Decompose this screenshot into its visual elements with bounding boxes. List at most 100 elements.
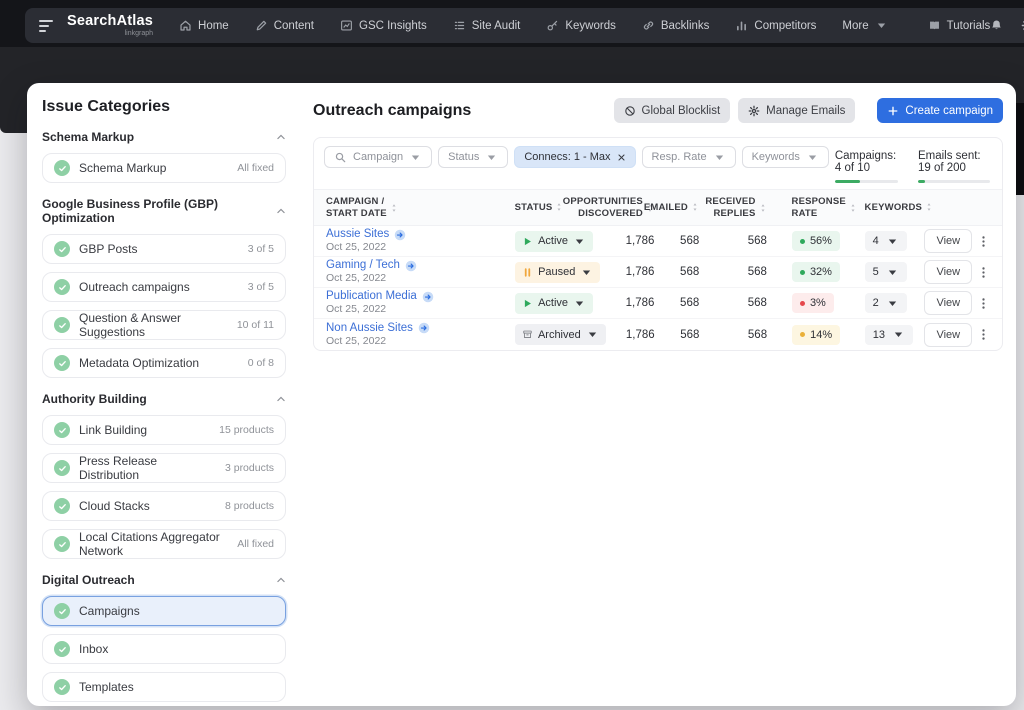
view-button[interactable]: View xyxy=(924,229,972,253)
keywords-select[interactable]: 13 xyxy=(865,325,913,345)
stat-label: Emails sent: 19 of 200 xyxy=(918,150,990,174)
kebab-menu-icon[interactable] xyxy=(977,297,990,310)
column-header-response-rate[interactable]: RESPONSERATE xyxy=(773,196,857,219)
response-rate-cell: 14% xyxy=(773,325,857,345)
nav-item-keywords[interactable]: Keywords xyxy=(546,19,616,32)
chevron-down-icon xyxy=(409,151,422,164)
response-rate-badge: 14% xyxy=(792,325,840,345)
bell-icon[interactable] xyxy=(990,19,1003,32)
nav-item-backlinks[interactable]: Backlinks xyxy=(642,19,710,32)
nav-item-content[interactable]: Content xyxy=(255,19,314,32)
chevron-down-icon xyxy=(886,266,899,279)
keywords-select[interactable]: 2 xyxy=(865,293,907,313)
navbar-right: MB xyxy=(990,13,1024,38)
chevron-down-icon xyxy=(875,19,888,32)
nav-item-tutorials[interactable]: Tutorials xyxy=(928,19,991,32)
nav-item-gsc-insights[interactable]: GSC Insights xyxy=(340,19,427,32)
filter-status[interactable]: Status xyxy=(438,146,508,168)
status-select[interactable]: Archived xyxy=(515,324,606,345)
sidebar-section-items: Schema Markup All fixed xyxy=(42,153,286,183)
table-header-row: CAMPAIGN /START DATE STATUS OPPORTUNITIE… xyxy=(314,189,1002,226)
stat-emails-sent: Emails sent: 19 of 200 xyxy=(918,150,990,183)
global-blocklist-button[interactable]: Global Blocklist xyxy=(614,98,731,123)
sidebar-section-header[interactable]: Google Business Profile (GBP) Optimizati… xyxy=(42,197,286,225)
campaign-link[interactable]: Aussie Sites xyxy=(326,228,389,241)
response-rate-badge: 56% xyxy=(792,231,840,251)
view-button[interactable]: View xyxy=(924,260,972,284)
nav-item-competitors[interactable]: Competitors xyxy=(735,19,816,32)
table-row-aussie-sites: Aussie Sites Oct 25, 2022 Active 1,786 5… xyxy=(314,226,1002,257)
kebab-menu-icon[interactable] xyxy=(977,266,990,279)
nav-items: Home Content GSC Insights Site Audit Keyword… xyxy=(179,19,888,32)
keywords-select[interactable]: 5 xyxy=(865,262,907,282)
filter-connecs-1-max[interactable]: Connecs: 1 - Max xyxy=(514,146,635,168)
nav-item-label: Competitors xyxy=(754,20,816,32)
campaign-link[interactable]: Gaming / Tech xyxy=(326,259,400,272)
column-header-campaign-start-date[interactable]: CAMPAIGN /START DATE xyxy=(326,196,515,219)
open-campaign-icon[interactable] xyxy=(418,322,430,334)
sidebar-section-header[interactable]: Digital Outreach xyxy=(42,573,286,587)
open-campaign-icon[interactable] xyxy=(405,260,417,272)
status-label: Active xyxy=(538,297,568,309)
column-header-label: RECEIVEDREPLIES xyxy=(705,196,755,219)
sidebar-item-gbp-posts[interactable]: GBP Posts 3 of 5 xyxy=(42,234,286,264)
response-rate-cell: 3% xyxy=(773,293,857,313)
sidebar-item-inbox[interactable]: Inbox xyxy=(42,634,286,664)
keywords-cell: 2 xyxy=(857,293,923,313)
sidebar-item-campaigns[interactable]: Campaigns xyxy=(42,596,286,626)
sidebar-item-schema-markup[interactable]: Schema Markup All fixed xyxy=(42,153,286,183)
kebab-menu-icon[interactable] xyxy=(977,328,990,341)
filter-campaign[interactable]: Campaign xyxy=(324,146,432,168)
nav-item-site-audit[interactable]: Site Audit xyxy=(453,19,521,32)
sidebar-item-metadata-optimization[interactable]: Metadata Optimization 0 of 8 xyxy=(42,348,286,378)
manage-emails-button[interactable]: Manage Emails xyxy=(738,98,855,123)
campaign-link[interactable]: Non Aussie Sites xyxy=(326,322,413,335)
response-rate-badge: 3% xyxy=(792,293,834,313)
menu-icon[interactable] xyxy=(39,20,53,32)
status-select[interactable]: Active xyxy=(515,231,593,252)
sidebar-section-label: Schema Markup xyxy=(42,130,134,144)
nav-item-home[interactable]: Home xyxy=(179,19,229,32)
rate-dot-icon xyxy=(800,270,805,275)
check-circle-icon xyxy=(54,498,70,514)
view-button[interactable]: View xyxy=(924,323,972,347)
logo[interactable]: SearchAtlas linkgraph xyxy=(67,14,153,38)
rate-dot-icon xyxy=(800,239,805,244)
chevron-down-icon xyxy=(586,328,599,341)
nav-item-more[interactable]: More xyxy=(842,19,887,32)
row-menu-cell xyxy=(972,328,994,341)
nav-item-label: Tutorials xyxy=(947,20,991,32)
sidebar-item-label: Templates xyxy=(79,680,134,694)
sidebar-item-local-citations-aggregator-network[interactable]: Local Citations Aggregator Network All f… xyxy=(42,529,286,559)
response-rate-badge: 32% xyxy=(792,262,840,282)
column-header-received-replies[interactable]: RECEIVEDREPLIES xyxy=(705,196,773,219)
page-scrollbar-thumb[interactable] xyxy=(1016,103,1024,195)
sidebar-item-cloud-stacks[interactable]: Cloud Stacks 8 products xyxy=(42,491,286,521)
search-icon xyxy=(334,151,347,164)
open-campaign-icon[interactable] xyxy=(422,291,434,303)
sidebar-item-link-building[interactable]: Link Building 15 products xyxy=(42,415,286,445)
filter-resp-rate[interactable]: Resp. Rate xyxy=(642,146,736,168)
view-button[interactable]: View xyxy=(924,291,972,315)
sidebar-section-header[interactable]: Authority Building xyxy=(42,392,286,406)
create-campaign-button[interactable]: Create campaign xyxy=(877,98,1003,123)
keywords-select[interactable]: 4 xyxy=(865,231,907,251)
filter-keywords[interactable]: Keywords xyxy=(742,146,829,168)
sidebar-section-header[interactable]: Schema Markup xyxy=(42,130,286,144)
table-row-publication-media: Publication Media Oct 25, 2022 Active 1,… xyxy=(314,288,1002,319)
kebab-menu-icon[interactable] xyxy=(977,235,990,248)
view-cell: View xyxy=(922,229,972,253)
chevron-up-icon xyxy=(276,394,286,404)
column-header-keywords[interactable]: KEYWORDS xyxy=(857,202,923,213)
status-cell: Active xyxy=(515,231,605,252)
close-icon[interactable] xyxy=(617,153,626,162)
sidebar-item-press-release-distribution[interactable]: Press Release Distribution 3 products xyxy=(42,453,286,483)
sidebar-item-question-answer-suggestions[interactable]: Question & Answer Suggestions 10 of 11 xyxy=(42,310,286,340)
sidebar-item-templates[interactable]: Templates xyxy=(42,672,286,702)
status-select[interactable]: Paused xyxy=(515,262,600,283)
sidebar-item-outreach-campaigns[interactable]: Outreach campaigns 3 of 5 xyxy=(42,272,286,302)
open-campaign-icon[interactable] xyxy=(394,229,406,241)
status-select[interactable]: Active xyxy=(515,293,593,314)
campaign-link[interactable]: Publication Media xyxy=(326,290,417,303)
column-header-emailed[interactable]: EMAILED xyxy=(660,202,705,213)
